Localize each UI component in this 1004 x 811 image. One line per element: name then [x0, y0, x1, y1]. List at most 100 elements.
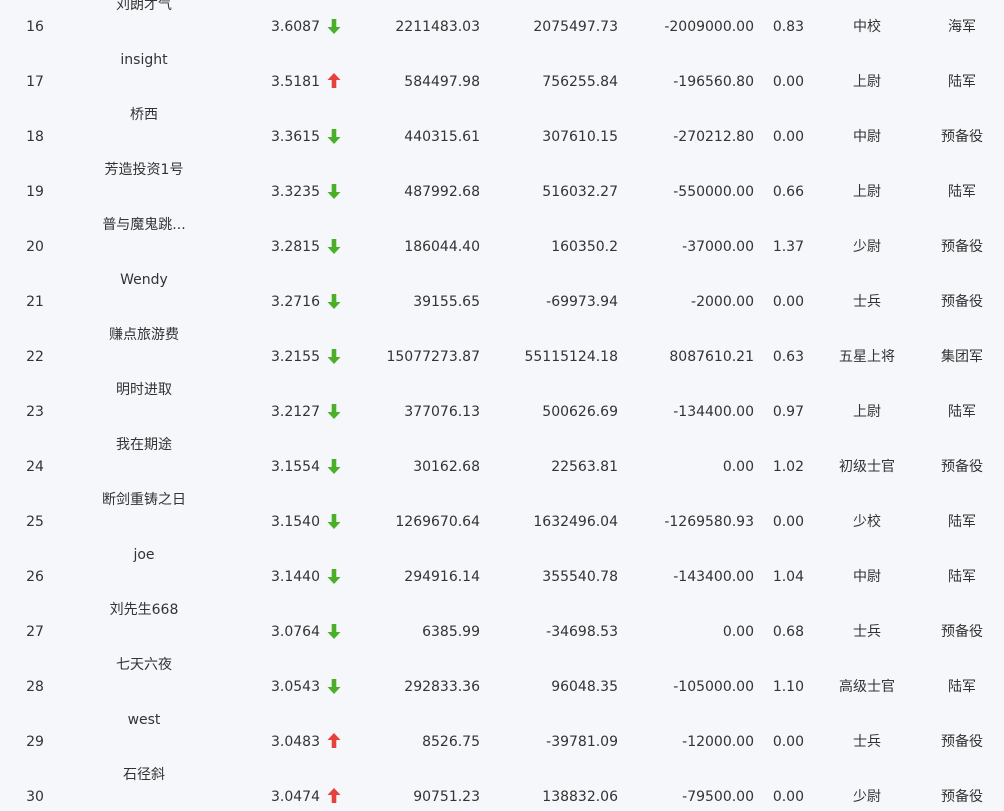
military-rank: 初级士官 — [839, 459, 895, 475]
value-column-2: 1632496.04 — [533, 514, 618, 530]
score-value: 3.0543 — [271, 679, 320, 695]
value-column-2: 2075497.73 — [533, 19, 618, 35]
score-value: 3.6087 — [271, 19, 320, 35]
value-column-2: 96048.35 — [551, 679, 618, 695]
military-branch: 预备役 — [941, 459, 983, 475]
arrow-down-icon — [326, 512, 344, 532]
value-column-3: -79500.00 — [682, 789, 754, 805]
score-value: 3.3235 — [271, 184, 320, 200]
value-column-2: -69973.94 — [546, 294, 618, 310]
account-name[interactable]: west — [60, 711, 228, 729]
table-row[interactable]: 22 赚点旅游费 3.2155 15077273.87 55115124.18 … — [0, 322, 1004, 377]
score-value: 3.0483 — [271, 734, 320, 750]
table-row[interactable]: 30 石径斜 3.0474 90751.23 138832.06 -79500.… — [0, 762, 1004, 811]
rank-number: 30 — [26, 789, 44, 805]
value-column-3: -12000.00 — [682, 734, 754, 750]
value-column-2: -34698.53 — [546, 624, 618, 640]
military-branch: 预备役 — [941, 239, 983, 255]
value-column-3: -2000.00 — [691, 294, 754, 310]
ratio-value: 0.00 — [772, 514, 804, 530]
military-rank: 少校 — [853, 514, 881, 530]
value-column-1: 39155.65 — [413, 294, 480, 310]
arrow-down-icon — [326, 622, 344, 642]
ratio-value: 0.97 — [772, 404, 804, 420]
account-name[interactable]: 赚点旅游费 — [60, 326, 228, 344]
military-branch: 预备役 — [941, 624, 983, 640]
account-name[interactable]: 刘先生668 — [60, 601, 228, 619]
account-name[interactable]: 刘朗才气 — [60, 0, 228, 14]
table-row[interactable]: 21 Wendy 3.2716 39155.65 -69973.94 -2000… — [0, 267, 1004, 322]
ratio-value: 1.37 — [772, 239, 804, 255]
value-column-2: 355540.78 — [542, 569, 618, 585]
account-name[interactable]: 桥西 — [60, 106, 228, 124]
value-column-3: -196560.80 — [673, 74, 754, 90]
value-column-1: 90751.23 — [413, 789, 480, 805]
rank-number: 20 — [26, 239, 44, 255]
table-row[interactable]: 20 普与魔鬼跳... 3.2815 186044.40 160350.2 -3… — [0, 212, 1004, 267]
account-name[interactable]: 普与魔鬼跳... — [60, 216, 228, 234]
military-rank: 少尉 — [853, 789, 881, 805]
ranking-table: 16 刘朗才气 3.6087 2211483.03 2075497.73 -20… — [0, 0, 1004, 811]
military-branch: 陆军 — [948, 514, 976, 530]
table-row[interactable]: 16 刘朗才气 3.6087 2211483.03 2075497.73 -20… — [0, 0, 1004, 47]
account-name[interactable]: 七天六夜 — [60, 656, 228, 674]
ratio-value: 0.83 — [772, 19, 804, 35]
table-row[interactable]: 24 我在期途 3.1554 30162.68 22563.81 0.00 1.… — [0, 432, 1004, 487]
score-value: 3.5181 — [271, 74, 320, 90]
military-rank: 士兵 — [853, 294, 881, 310]
score-value: 3.3615 — [271, 129, 320, 145]
account-name[interactable]: 芳造投资1号 — [60, 161, 228, 179]
arrow-up-icon — [326, 72, 344, 92]
value-column-1: 8526.75 — [422, 734, 480, 750]
military-branch: 陆军 — [948, 184, 976, 200]
value-column-3: 0.00 — [722, 459, 754, 475]
account-name[interactable]: joe — [60, 546, 228, 564]
military-branch: 预备役 — [941, 129, 983, 145]
ratio-value: 0.00 — [772, 74, 804, 90]
table-row[interactable]: 26 joe 3.1440 294916.14 355540.78 -14340… — [0, 542, 1004, 597]
arrow-down-icon — [326, 402, 344, 422]
value-column-3: 0.00 — [722, 624, 754, 640]
score-value: 3.2127 — [271, 404, 320, 420]
table-row[interactable]: 29 west 3.0483 8526.75 -39781.09 -12000.… — [0, 707, 1004, 762]
account-name[interactable]: 我在期途 — [60, 436, 228, 454]
ratio-value: 1.04 — [772, 569, 804, 585]
account-name[interactable]: 石径斜 — [60, 766, 228, 784]
value-column-1: 186044.40 — [404, 239, 480, 255]
value-column-2: -39781.09 — [546, 734, 618, 750]
value-column-3: -550000.00 — [673, 184, 754, 200]
arrow-up-icon — [326, 787, 344, 807]
military-rank: 上尉 — [853, 404, 881, 420]
rank-number: 29 — [26, 734, 44, 750]
score-value: 3.0474 — [271, 789, 320, 805]
table-row[interactable]: 27 刘先生668 3.0764 6385.99 -34698.53 0.00 … — [0, 597, 1004, 652]
table-row[interactable]: 28 七天六夜 3.0543 292833.36 96048.35 -10500… — [0, 652, 1004, 707]
value-column-1: 15077273.87 — [386, 349, 480, 365]
rank-number: 26 — [26, 569, 44, 585]
rank-number: 27 — [26, 624, 44, 640]
ratio-value: 0.68 — [772, 624, 804, 640]
table-row[interactable]: 18 桥西 3.3615 440315.61 307610.15 -270212… — [0, 102, 1004, 157]
table-row[interactable]: 25 断剑重铸之日 3.1540 1269670.64 1632496.04 -… — [0, 487, 1004, 542]
military-rank: 上尉 — [853, 74, 881, 90]
military-rank: 中尉 — [853, 569, 881, 585]
rank-number: 24 — [26, 459, 44, 475]
rank-number: 16 — [26, 19, 44, 35]
value-column-1: 1269670.64 — [395, 514, 480, 530]
table-row[interactable]: 17 insight 3.5181 584497.98 756255.84 -1… — [0, 47, 1004, 102]
account-name[interactable]: Wendy — [60, 271, 228, 289]
military-branch: 陆军 — [948, 679, 976, 695]
military-branch: 集团军 — [941, 349, 983, 365]
arrow-down-icon — [326, 17, 344, 37]
value-column-2: 756255.84 — [542, 74, 618, 90]
account-name[interactable]: 断剑重铸之日 — [60, 491, 228, 509]
account-name[interactable]: 明时进取 — [60, 381, 228, 399]
value-column-3: -270212.80 — [673, 129, 754, 145]
arrow-down-icon — [326, 567, 344, 587]
table-row[interactable]: 23 明时进取 3.2127 377076.13 500626.69 -1344… — [0, 377, 1004, 432]
value-column-3: -2009000.00 — [664, 19, 754, 35]
table-row[interactable]: 19 芳造投资1号 3.3235 487992.68 516032.27 -55… — [0, 157, 1004, 212]
rank-number: 17 — [26, 74, 44, 90]
account-name[interactable]: insight — [60, 51, 228, 69]
ratio-value: 1.02 — [772, 459, 804, 475]
